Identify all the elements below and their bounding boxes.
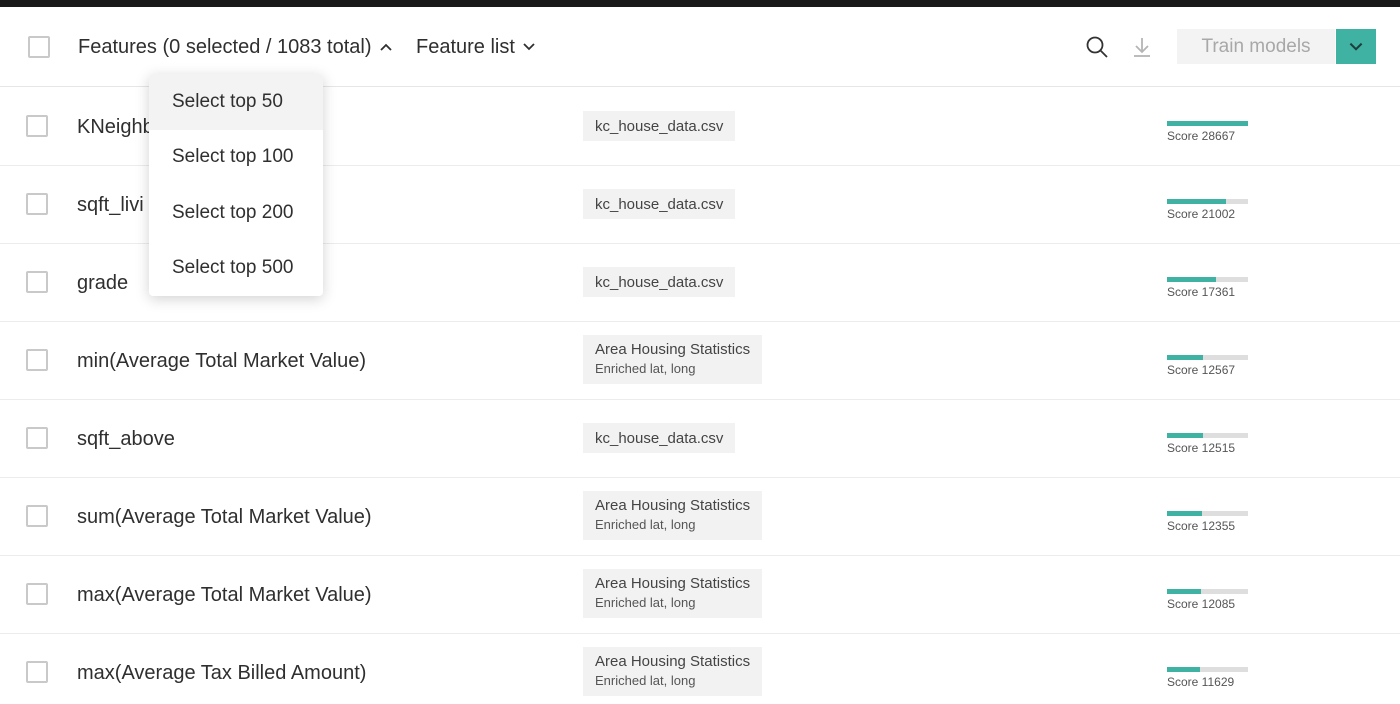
feature-name: min(Average Total Market Value) [77, 349, 367, 372]
score-bar-fill [1167, 589, 1202, 594]
source-tag: kc_house_data.csv [583, 267, 736, 297]
row-checkbox[interactable] [26, 193, 48, 215]
feature-name: KNeighb [77, 115, 154, 138]
score-bar-fill [1167, 199, 1227, 204]
row-checkbox[interactable] [26, 583, 48, 605]
table-row[interactable]: max(Average Tax Billed Amount) Area Hous… [0, 634, 1400, 704]
score-bar-fill [1167, 355, 1203, 360]
chevron-down-icon [523, 43, 535, 51]
source-enrichment: Enriched lat, long [595, 361, 696, 376]
score-label: Score 12515 [1167, 441, 1236, 455]
row-checkbox[interactable] [26, 349, 48, 371]
score-meter: Score 12355 [1167, 511, 1248, 533]
score-meter: Score 12085 [1167, 589, 1248, 611]
source-tag: Area Housing Statistics Enriched lat, lo… [583, 647, 763, 696]
search-icon [1086, 36, 1108, 58]
source-name: Area Housing Statistics [595, 653, 751, 670]
score-bar-fill [1167, 121, 1248, 126]
score-label: Score 11629 [1167, 675, 1235, 689]
source-tag: kc_house_data.csv [583, 111, 736, 141]
source-name: Area Housing Statistics [595, 341, 751, 358]
source-tag: Area Housing Statistics Enriched lat, lo… [583, 491, 763, 540]
score-meter: Score 11629 [1167, 667, 1248, 689]
score-bar-track [1167, 667, 1248, 672]
score-meter: Score 12515 [1167, 433, 1248, 455]
score-label: Score 12355 [1167, 519, 1236, 533]
source-name: kc_house_data.csv [595, 195, 724, 213]
score-bar-track [1167, 511, 1248, 516]
score-bar-fill [1167, 667, 1201, 672]
score-label: Score 28667 [1167, 129, 1236, 143]
score-bar-track [1167, 277, 1248, 282]
source-enrichment: Enriched lat, long [595, 673, 696, 688]
feature-name: sqft_livi [77, 193, 144, 216]
row-checkbox[interactable] [26, 661, 48, 683]
feature-list-label: Feature list [416, 35, 515, 58]
table-row[interactable]: min(Average Total Market Value) Area Hou… [0, 322, 1400, 400]
menu-item-select-top-500[interactable]: Select top 500 [149, 241, 323, 297]
score-label: Score 12567 [1167, 363, 1236, 377]
score-bar-fill [1167, 277, 1217, 282]
score-bar-fill [1167, 511, 1202, 516]
train-models-dropdown-button[interactable] [1336, 29, 1376, 64]
train-models-label: Train models [1201, 35, 1311, 57]
select-all-checkbox[interactable] [28, 36, 50, 58]
score-meter: Score 17361 [1167, 277, 1248, 299]
score-meter: Score 21002 [1167, 199, 1248, 221]
features-toggle[interactable]: Features (0 selected / 1083 total) [78, 33, 394, 61]
feature-name: sum(Average Total Market Value) [77, 505, 372, 528]
feature-name: max(Average Total Market Value) [77, 583, 372, 606]
table-row[interactable]: sqft_above kc_house_data.csv Score 12515 [0, 400, 1400, 478]
select-top-menu: Select top 50 Select top 100 Select top … [149, 74, 323, 296]
row-checkbox[interactable] [26, 505, 48, 527]
score-bar-track [1167, 199, 1248, 204]
search-button[interactable] [1085, 35, 1109, 59]
chevron-down-icon [1349, 42, 1363, 51]
chevron-up-icon [379, 43, 392, 51]
score-bar-fill [1167, 433, 1203, 438]
source-tag: kc_house_data.csv [583, 189, 736, 219]
source-name: Area Housing Statistics [595, 497, 751, 514]
score-bar-track [1167, 355, 1248, 360]
row-checkbox[interactable] [26, 115, 48, 137]
score-meter: Score 28667 [1167, 121, 1248, 143]
feature-name: max(Average Tax Billed Amount) [77, 661, 367, 684]
feature-list-toggle[interactable]: Feature list [416, 33, 537, 61]
score-label: Score 17361 [1167, 285, 1236, 299]
feature-name: grade [77, 271, 129, 294]
source-enrichment: Enriched lat, long [595, 517, 696, 532]
source-name: kc_house_data.csv [595, 429, 724, 447]
download-button[interactable] [1130, 35, 1154, 59]
score-bar-track [1167, 121, 1248, 126]
train-models-button[interactable]: Train models [1177, 29, 1335, 64]
score-label: Score 21002 [1167, 207, 1236, 221]
top-edge-strip [0, 0, 1400, 7]
score-label: Score 12085 [1167, 597, 1236, 611]
table-row[interactable]: sum(Average Total Market Value) Area Hou… [0, 478, 1400, 556]
source-tag: Area Housing Statistics Enriched lat, lo… [583, 335, 763, 384]
source-tag: Area Housing Statistics Enriched lat, lo… [583, 569, 763, 618]
download-icon [1134, 38, 1150, 57]
source-name: Area Housing Statistics [595, 575, 751, 592]
menu-item-select-top-200[interactable]: Select top 200 [149, 185, 323, 241]
score-bar-track [1167, 589, 1248, 594]
score-meter: Score 12567 [1167, 355, 1248, 377]
source-tag: kc_house_data.csv [583, 423, 736, 453]
row-checkbox[interactable] [26, 427, 48, 449]
score-bar-track [1167, 433, 1248, 438]
source-enrichment: Enriched lat, long [595, 595, 696, 610]
menu-item-select-top-50[interactable]: Select top 50 [149, 74, 323, 130]
source-name: kc_house_data.csv [595, 273, 724, 291]
source-name: kc_house_data.csv [595, 117, 724, 135]
row-checkbox[interactable] [26, 271, 48, 293]
menu-item-select-top-100[interactable]: Select top 100 [149, 130, 323, 186]
feature-name: sqft_above [77, 427, 175, 450]
features-count-label: Features (0 selected / 1083 total) [78, 35, 372, 58]
table-row[interactable]: max(Average Total Market Value) Area Hou… [0, 556, 1400, 634]
